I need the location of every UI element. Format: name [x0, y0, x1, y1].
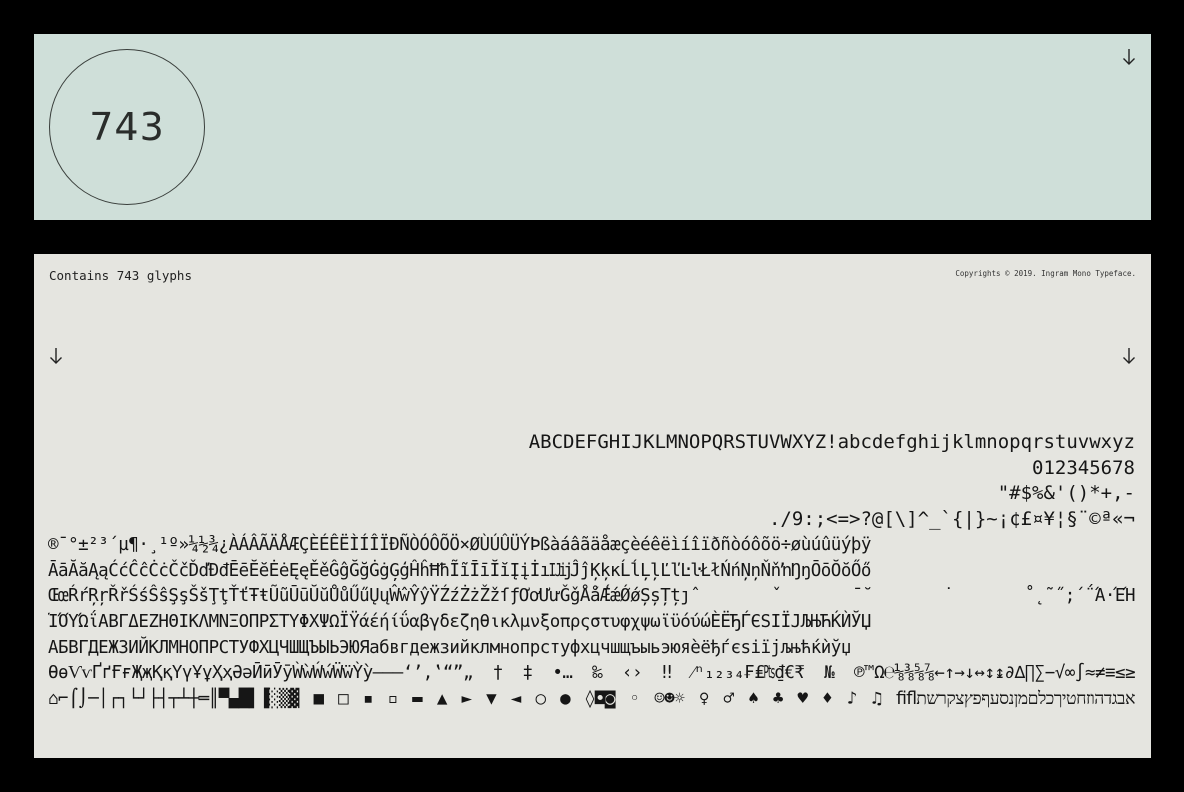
glyph-line-cyrillic: АБВГДЕЖЗИЙКЛМНОПРСТУФХЦЧШЩЪЫЬЭЮЯабвгдежз… [48, 637, 851, 658]
glyph-line-symbols: ./9:;<=>?@[\]^_`{|}~¡¢£¤¥¦§¨©ª«¬ [768, 508, 1135, 531]
glyph-set: ABCDEFGHIJKLMNOPQRSTUVWXYZ!abcdefghijklm… [48, 430, 1135, 713]
glyph-line-alphabet: ABCDEFGHIJKLMNOPQRSTUVWXYZ!abcdefghijklm… [528, 431, 1135, 453]
glyph-line-punctuation: "#$%&'()*+,- [997, 482, 1135, 505]
glyph-count-label: Contains 743 glyphs [49, 268, 192, 283]
header-panel: 743 [34, 34, 1151, 220]
arrow-down-icon[interactable] [1122, 347, 1136, 365]
glyph-specimen-panel: Contains 743 glyphs Copyrights © 2019. I… [34, 254, 1151, 758]
copyright-notice: Copyrights © 2019. Ingram Mono Typeface. [955, 269, 1136, 278]
glyph-count: 743 [89, 105, 165, 149]
glyph-line-greek: ΊΌΎΏΐΑΒΓΔΕΖΗΘΙΚΛΜΝΞΟΠΡΣΤΥΦΧΨΩΪΫάέήίΰαβγδ… [48, 611, 871, 632]
glyph-line-box-symbols-hebrew: ⌂⌐⌠⌡─│┌┐└┘├┤┬┴┼═║▀▄█▌▐░▒▓■□▪▫▬▲►▼◄○●◊◘◙◦… [48, 689, 1135, 710]
glyph-line-punctuation-math: ѲѳѴѵҐґҒғҖҗҚқҮүҰұҲҳӘәӢӣӮӯẀẁẂẃẄẅỲỳ–—―‘’‚‛“… [48, 663, 1135, 684]
glyph-line-latin-extended-b: ŒœŔŕŖŗŘřŚśŜŝŞşŠšŢţŤťŦŧŨũŪūŬŭŮůŰűŲųŴŵŶŷŸŹ… [48, 586, 1135, 607]
arrow-down-icon[interactable] [1122, 48, 1136, 66]
arrow-down-icon[interactable] [49, 347, 63, 365]
glyph-line-numerals: 012345678 [1032, 456, 1135, 479]
glyph-line-latin-1: ®¯°±²³´µ¶·¸¹º»¼½¾¿ÀÁÂÃÄÅÆÇÈÉÊËÌÍÎÏÐÑÒÓÔÕ… [48, 534, 871, 555]
glyph-line-latin-extended-a: ĀāĂăĄąĆćĈĉĊċČčĎďĐđĒēĔĕĖėĘęĚěĜĝĞğĠġĢģĤĥĦħ… [48, 560, 871, 581]
glyph-count-badge: 743 [49, 49, 205, 205]
